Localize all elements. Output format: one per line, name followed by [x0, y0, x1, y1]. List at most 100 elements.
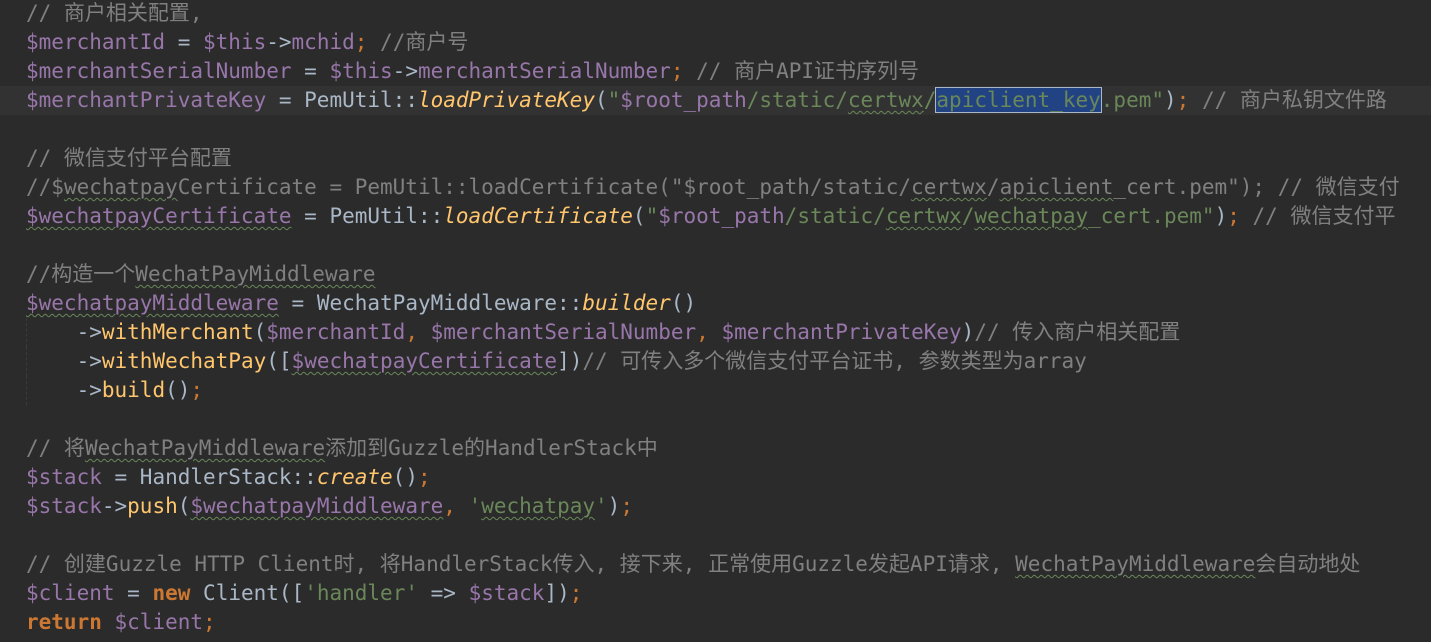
code-line[interactable]: ->build();: [26, 376, 1431, 405]
code-token: ): [607, 494, 621, 518]
code-line[interactable]: [26, 115, 1431, 144]
code-line[interactable]: [26, 231, 1431, 260]
code-token: =: [278, 291, 317, 315]
code-token: _cert.pem": [1088, 204, 1215, 228]
code-token: (: [253, 320, 267, 344]
selected-text: apiclient_key: [935, 87, 1102, 113]
code-token: _cert.pem"); // 微信支付: [1113, 175, 1400, 199]
code-token: Certificate = PemUtil::loadCertificate("…: [177, 175, 912, 199]
code-token: ;: [670, 59, 684, 83]
code-token: ,: [405, 320, 431, 344]
code-token: ;: [620, 494, 633, 518]
code-token: $stack: [26, 465, 102, 489]
code-line[interactable]: [26, 521, 1431, 550]
code-token: $this: [329, 59, 393, 83]
code-token: //构造一个: [26, 262, 136, 286]
code-line[interactable]: [26, 405, 1431, 434]
code-token: $merchantSerialNumber: [430, 320, 697, 344]
code-line[interactable]: $wechatpayMiddleware = WechatPayMiddlewa…: [26, 289, 1431, 318]
code-token: ;: [1227, 204, 1240, 228]
code-editor[interactable]: // 商户相关配置, $merchantId = $this->mchid; //…: [0, 0, 1431, 642]
code-token: ;: [417, 465, 431, 489]
code-token: (): [670, 291, 697, 315]
code-token: ;: [203, 610, 216, 634]
code-token: ;: [569, 581, 583, 605]
code-token: ': [595, 494, 608, 518]
code-token: push: [127, 494, 178, 518]
code-token: loadPrivateKey: [417, 88, 595, 112]
code-token: $client: [26, 581, 115, 605]
code-token: =>: [418, 581, 469, 605]
code-token: $merchantPrivateKey: [26, 88, 267, 112]
code-token: /: [986, 175, 1000, 199]
code-line[interactable]: $wechatpayCertificate = PemUtil::loadCer…: [26, 202, 1431, 231]
code-token: // 传入商户相关配置: [974, 320, 1181, 344]
code-token: ': [468, 494, 482, 518]
code-token: HandlerStack: [139, 465, 292, 489]
code-token: ]): [544, 581, 570, 605]
code-line[interactable]: ->withMerchant($merchantId, $merchantSer…: [26, 318, 1431, 347]
code-token: (): [392, 465, 418, 489]
code-token: WechatPayMiddleware: [316, 291, 558, 315]
code-line[interactable]: //$wechatpayCertificate = PemUtil::loadC…: [26, 173, 1431, 202]
code-line[interactable]: $merchantSerialNumber = $this->merchantS…: [26, 57, 1431, 86]
code-line[interactable]: //构造一个WechatPayMiddleware: [26, 260, 1431, 289]
code-token: $root_path: [620, 88, 747, 112]
indent-guide: [26, 347, 81, 376]
code-token: PemUtil: [329, 204, 418, 228]
code-line[interactable]: // 将WechatPayMiddleware添加到Guzzle的Handler…: [26, 434, 1431, 463]
code-line[interactable]: $merchantId = $this->mchid; //商户号: [26, 28, 1431, 57]
code-token: $wechatpayMiddleware: [190, 494, 444, 518]
code-token: ]): [557, 349, 583, 373]
code-token: $wechatpayCertificate: [26, 204, 292, 228]
code-token: (: [177, 494, 191, 518]
indent-guide: [26, 318, 81, 347]
code-token: ": [607, 88, 621, 112]
code-token: ;: [1176, 88, 1190, 112]
code-token: ;: [190, 378, 204, 402]
code-token: =: [101, 465, 140, 489]
code-token: apiclient: [999, 175, 1114, 199]
code-line[interactable]: // 商户相关配置,: [26, 0, 1431, 28]
code-token: build: [101, 378, 166, 402]
code-line[interactable]: $client = new Client(['handler' => $stac…: [26, 579, 1431, 608]
code-token: ,: [696, 320, 722, 344]
code-token: (): [165, 378, 191, 402]
code-token: certwx: [847, 88, 924, 112]
code-token: $stack: [26, 494, 102, 518]
code-token: // 创建Guzzle HTTP Client时, 将HandlerStack传…: [26, 552, 1016, 576]
code-token: ([: [278, 581, 305, 605]
code-token: withWechatPay: [101, 349, 267, 373]
code-token: ::: [417, 204, 444, 228]
code-token: return: [26, 610, 102, 634]
code-token: /static/: [746, 88, 848, 112]
code-token: .pem": [1100, 88, 1164, 112]
code-line[interactable]: // 创建Guzzle HTTP Client时, 将HandlerStack传…: [26, 550, 1431, 579]
code-token: $merchantId: [266, 320, 406, 344]
code-token: ->: [392, 59, 418, 83]
code-token: $wechatpayCertificate: [291, 349, 558, 373]
code-token: $merchantId: [26, 30, 166, 54]
code-token: wechatpay: [974, 204, 1089, 228]
code-token: WechatPayMiddleware: [135, 262, 376, 286]
code-area[interactable]: // 商户相关配置, $merchantId = $this->mchid; //…: [0, 0, 1431, 637]
code-token: 会自动地处: [1255, 552, 1361, 576]
code-token: new: [152, 581, 191, 605]
code-token: =: [266, 88, 305, 112]
code-line[interactable]: return $client;: [26, 608, 1431, 637]
code-line[interactable]: ->withWechatPay([$wechatpayCertificate])…: [26, 347, 1431, 376]
code-token: $wechatpayMiddleware: [26, 291, 279, 315]
code-token: ->: [101, 494, 128, 518]
code-line[interactable]: $stack = HandlerStack::create();: [26, 463, 1431, 492]
code-token: /: [961, 204, 975, 228]
code-token: WechatPayMiddleware: [1015, 552, 1256, 576]
code-token: // 商户相关配置,: [26, 1, 203, 25]
code-token: PemUtil: [304, 88, 393, 112]
code-line[interactable]: $stack->push($wechatpayMiddleware, 'wech…: [26, 492, 1431, 521]
code-line[interactable]: // 微信支付平台配置: [26, 144, 1431, 173]
code-token: /static/: [784, 204, 886, 228]
code-token: certwx: [885, 204, 962, 228]
code-line[interactable]: $merchantPrivateKey = PemUtil::loadPriva…: [0, 86, 1431, 115]
code-token: // 微信支付平台配置: [26, 146, 232, 170]
